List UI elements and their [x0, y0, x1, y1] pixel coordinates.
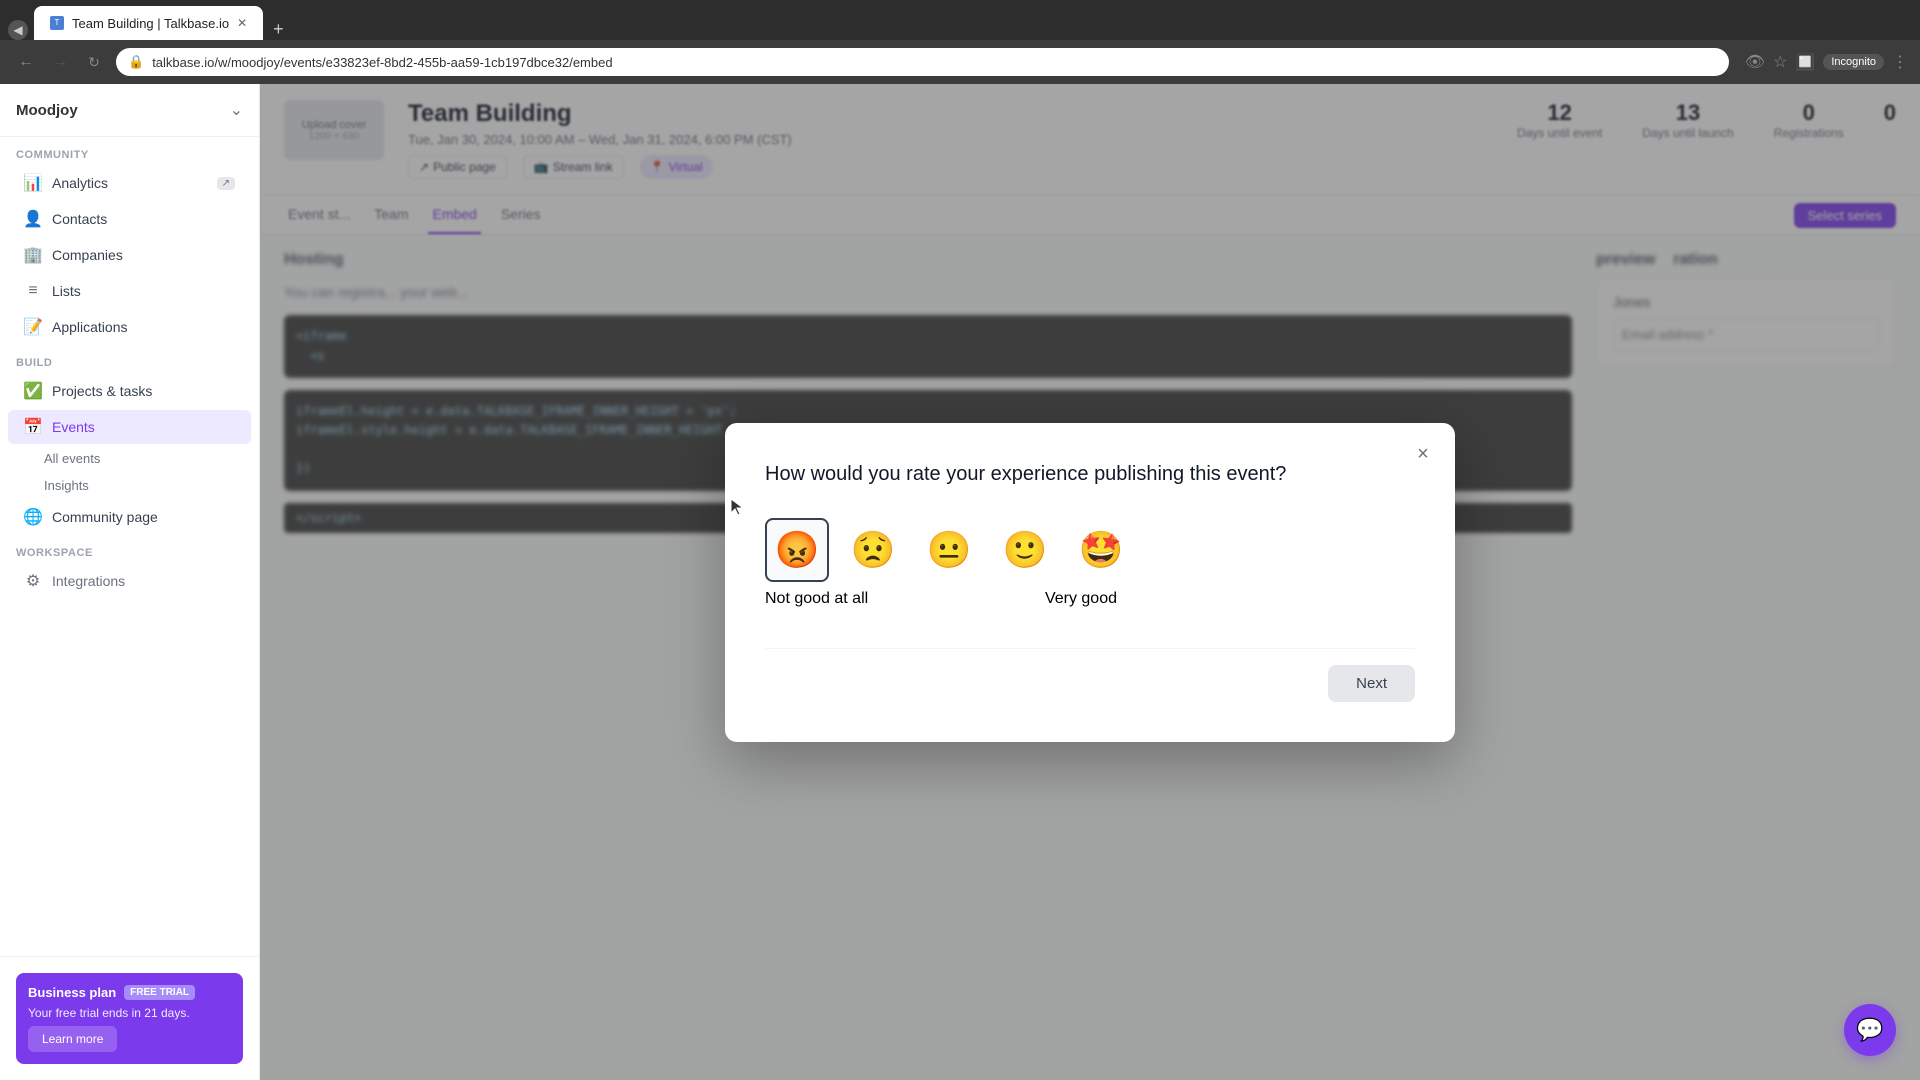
analytics-label: Analytics [52, 175, 108, 191]
sidebar-header: Moodjoy ⌄ [0, 84, 259, 137]
sidebar-footer: Business plan FREE TRIAL Your free trial… [0, 956, 259, 1080]
modal-overlay: × How would you rate your experience pub… [260, 84, 1920, 1080]
chat-button[interactable]: 💬 [1844, 1004, 1896, 1056]
sidebar-item-events[interactable]: 📅 Events [8, 410, 251, 444]
build-section-label: BUILD [0, 345, 259, 373]
extensions-icon[interactable]: 🔲 [1795, 52, 1815, 72]
learn-more-button[interactable]: Learn more [28, 1026, 117, 1052]
profile-icon[interactable]: 👁 [1745, 52, 1765, 72]
reload-button[interactable]: ↻ [80, 48, 108, 76]
workspace-icon: ⚙ [24, 572, 42, 590]
contacts-label: Contacts [52, 211, 107, 227]
business-plan-card: Business plan FREE TRIAL Your free trial… [16, 973, 243, 1064]
lists-label: Lists [52, 283, 81, 299]
sidebar-subitem-insights[interactable]: Insights [0, 472, 259, 499]
workspace-section-label: WORKSPACE [0, 535, 259, 563]
emoji-bad[interactable]: 😟 [841, 518, 905, 582]
address-bar[interactable]: 🔒 talkbase.io/w/moodjoy/events/e33823ef-… [116, 48, 1729, 76]
sidebar-item-projects[interactable]: ✅ Projects & tasks [8, 374, 251, 408]
free-trial-badge: FREE TRIAL [124, 985, 195, 1000]
tab-favicon: T [50, 16, 64, 30]
plan-name: Business plan [28, 985, 116, 1000]
url-display: talkbase.io/w/moodjoy/events/e33823ef-8b… [152, 55, 1717, 70]
emoji-options-row: 😡 😟 😐 🙂 🤩 [765, 518, 1415, 582]
applications-icon: 📝 [24, 318, 42, 336]
sidebar-item-contacts[interactable]: 👤 Contacts [8, 202, 251, 236]
sidebar-item-analytics[interactable]: 📊 Analytics ↗ [8, 166, 251, 200]
emoji-good[interactable]: 🙂 [993, 518, 1057, 582]
emoji-neutral[interactable]: 😐 [917, 518, 981, 582]
tab-close-button[interactable]: ✕ [237, 16, 247, 30]
sidebar-collapse-button[interactable]: ⌄ [230, 100, 243, 120]
projects-label: Projects & tasks [52, 383, 152, 399]
companies-label: Companies [52, 247, 123, 263]
modal-footer: Next [765, 648, 1415, 702]
modal-title: How would you rate your experience publi… [765, 463, 1415, 486]
trial-description: Your free trial ends in 21 days. [28, 1006, 231, 1020]
lock-icon: 🔒 [128, 54, 144, 70]
projects-icon: ✅ [24, 382, 42, 400]
main-content: Upload cover 1200 × 630 Team Building Tu… [260, 84, 1920, 1080]
all-events-label: All events [44, 451, 100, 466]
back-button[interactable]: ← [12, 48, 40, 76]
insights-label: Insights [44, 478, 89, 493]
applications-label: Applications [52, 319, 128, 335]
contacts-icon: 👤 [24, 210, 42, 228]
community-section-label: COMMUNITY [0, 137, 259, 165]
tab-title: Team Building | Talkbase.io [72, 16, 229, 31]
workspace-label: Integrations [52, 573, 125, 589]
incognito-badge: Incognito [1823, 54, 1884, 70]
menu-button[interactable]: ⋮ [1892, 52, 1908, 72]
analytics-icon: 📊 [24, 174, 42, 192]
lists-icon: ≡ [24, 282, 42, 300]
plan-title: Business plan FREE TRIAL [28, 985, 231, 1000]
label-very-good: Very good [1045, 590, 1117, 608]
browser-back-history[interactable]: ◀ [8, 20, 28, 40]
sidebar: Moodjoy ⌄ COMMUNITY 📊 Analytics ↗ 👤 Cont… [0, 84, 260, 1080]
community-icon: 🌐 [24, 508, 42, 526]
sidebar-item-workspace[interactable]: ⚙ Integrations [8, 564, 251, 598]
sidebar-item-community[interactable]: 🌐 Community page [8, 500, 251, 534]
analytics-badge: ↗ [217, 177, 235, 190]
new-tab-button[interactable]: + [265, 19, 292, 40]
sidebar-item-lists[interactable]: ≡ Lists [8, 274, 251, 308]
bookmark-icon[interactable]: ☆ [1773, 52, 1787, 72]
rating-modal: × How would you rate your experience pub… [725, 423, 1455, 742]
events-label: Events [52, 419, 95, 435]
companies-icon: 🏢 [24, 246, 42, 264]
label-not-good: Not good at all [765, 590, 868, 608]
sidebar-item-companies[interactable]: 🏢 Companies [8, 238, 251, 272]
emoji-labels: Not good at all Very good [765, 590, 1117, 608]
brand-name: Moodjoy [16, 102, 78, 119]
active-tab[interactable]: T Team Building | Talkbase.io ✕ [34, 6, 263, 40]
modal-close-button[interactable]: × [1407, 439, 1439, 471]
emoji-very-good[interactable]: 🤩 [1069, 518, 1133, 582]
next-button[interactable]: Next [1328, 665, 1415, 702]
emoji-very-bad[interactable]: 😡 [765, 518, 829, 582]
community-label: Community page [52, 509, 158, 525]
forward-button[interactable]: → [46, 48, 74, 76]
events-icon: 📅 [24, 418, 42, 436]
sidebar-item-applications[interactable]: 📝 Applications [8, 310, 251, 344]
chat-icon: 💬 [1856, 1017, 1883, 1043]
sidebar-subitem-all-events[interactable]: All events [0, 445, 259, 472]
